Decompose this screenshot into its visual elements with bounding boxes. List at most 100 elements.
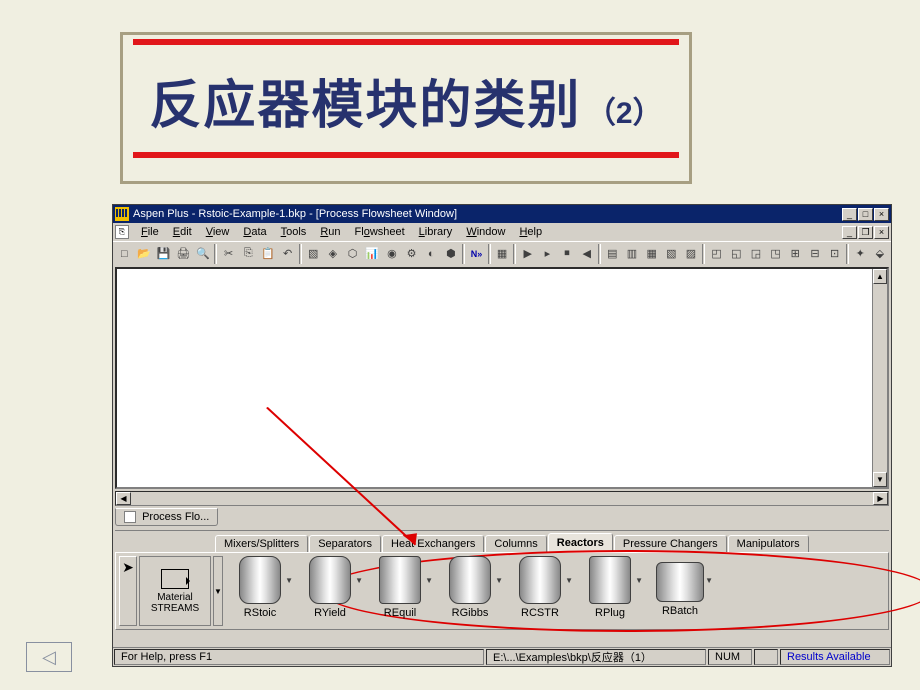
reactor-rplug[interactable]: RPlug ▼ <box>575 556 645 626</box>
tb-nav-icon[interactable]: 📊 <box>363 244 382 264</box>
document-icon[interactable]: ⎘ <box>115 225 129 239</box>
tb-nav-icon[interactable]: ⬡ <box>343 244 362 264</box>
reactor-rgibbs[interactable]: RGibbs ▼ <box>435 556 505 626</box>
ptab-mixers[interactable]: Mixers/Splitters <box>215 535 308 552</box>
palette-items: ➤ Material STREAMS ▼ RStoic ▼ <box>115 552 889 630</box>
tb-open-icon[interactable]: 📂 <box>135 244 154 264</box>
tb-win-icon[interactable]: ⊞ <box>786 244 805 264</box>
reactor-ryield[interactable]: RYield ▼ <box>295 556 365 626</box>
tab-icon <box>124 511 136 523</box>
chevron-down-icon[interactable]: ▼ <box>495 576 503 585</box>
scroll-left-icon[interactable]: ◀ <box>116 492 131 505</box>
menu-data[interactable]: Data <box>237 225 272 239</box>
tb-step-icon[interactable]: ▦ <box>493 244 512 264</box>
maximize-button[interactable]: □ <box>858 208 873 221</box>
tb-sim-icon[interactable]: ▧ <box>662 244 681 264</box>
tb-sim-icon[interactable]: ▤ <box>603 244 622 264</box>
scrollbar-vertical[interactable]: ▲ ▼ <box>872 269 887 487</box>
chevron-down-icon[interactable]: ▼ <box>425 576 433 585</box>
tb-undo-icon[interactable]: ↶ <box>278 244 297 264</box>
ryield-icon <box>309 556 351 604</box>
tb-sim-icon[interactable]: ▥ <box>623 244 642 264</box>
reactor-label: RBatch <box>662 605 698 617</box>
chevron-down-icon[interactable]: ▼ <box>285 576 293 585</box>
tb-play-icon[interactable]: ▶ <box>518 244 537 264</box>
titlebar[interactable]: Aspen Plus - Rstoic-Example-1.bkp - [Pro… <box>113 205 891 223</box>
menu-file[interactable]: File <box>135 225 165 239</box>
tb-nav-icon[interactable]: ⚙ <box>402 244 421 264</box>
menu-library[interactable]: Library <box>413 225 459 239</box>
tb-stop-icon[interactable]: ⏹ <box>558 244 577 264</box>
tb-next-icon[interactable]: N» <box>467 244 486 264</box>
tb-new-icon[interactable]: □ <box>115 244 134 264</box>
ptab-separators[interactable]: Separators <box>309 535 381 552</box>
tb-sim-icon[interactable]: ▦ <box>642 244 661 264</box>
tb-nav-icon[interactable]: ⬢ <box>442 244 461 264</box>
tb-win-icon[interactable]: ⊡ <box>825 244 844 264</box>
chevron-down-icon[interactable]: ▼ <box>355 576 363 585</box>
scroll-up-icon[interactable]: ▲ <box>873 269 887 284</box>
slide-title-suffix: （2） <box>586 97 663 130</box>
slide-title-box: 反应器模块的类别 （2） <box>120 32 692 184</box>
menu-window[interactable]: Window <box>460 225 511 239</box>
tb-nav-icon[interactable]: ◉ <box>383 244 402 264</box>
menu-tools[interactable]: Tools <box>275 225 313 239</box>
reactor-rcstr[interactable]: RCSTR ▼ <box>505 556 575 626</box>
reactor-rstoic[interactable]: RStoic ▼ <box>225 556 295 626</box>
tb-sim-icon[interactable]: ▨ <box>682 244 701 264</box>
pointer-tool-icon[interactable]: ➤ <box>119 556 137 626</box>
tb-nav-icon[interactable]: ◐ <box>422 244 441 264</box>
streams-dropdown-icon[interactable]: ▼ <box>213 556 223 626</box>
streams-tool[interactable]: Material STREAMS <box>139 556 211 626</box>
tb-win-icon[interactable]: ◱ <box>727 244 746 264</box>
child-minimize-button[interactable]: _ <box>842 226 857 239</box>
ptab-reactors[interactable]: Reactors <box>548 533 613 552</box>
tb-preview-icon[interactable]: 🔍 <box>194 244 213 264</box>
menu-edit[interactable]: Edit <box>167 225 198 239</box>
tb-cut-icon[interactable]: ✂ <box>219 244 238 264</box>
tb-win-icon[interactable]: ◳ <box>766 244 785 264</box>
minimize-button[interactable]: _ <box>842 208 857 221</box>
tb-win-icon[interactable]: ⊟ <box>806 244 825 264</box>
tb-win-icon[interactable]: ◰ <box>707 244 726 264</box>
reactor-rbatch[interactable]: RBatch ▼ <box>645 556 715 626</box>
requil-icon <box>379 556 421 604</box>
close-button[interactable]: × <box>874 208 889 221</box>
tb-rew-icon[interactable]: ◀ <box>577 244 596 264</box>
status-num: NUM <box>708 649 752 665</box>
ptab-pressure[interactable]: Pressure Changers <box>614 535 727 552</box>
reactor-requil[interactable]: REquil ▼ <box>365 556 435 626</box>
tab-process-flowsheet[interactable]: Process Flo... <box>115 508 218 526</box>
tb-save-icon[interactable]: 💾 <box>154 244 173 264</box>
scroll-down-icon[interactable]: ▼ <box>873 472 887 487</box>
window-title: Aspen Plus - Rstoic-Example-1.bkp - [Pro… <box>133 208 842 220</box>
menu-help[interactable]: Help <box>513 225 548 239</box>
chevron-down-icon[interactable]: ▼ <box>635 576 643 585</box>
tb-print-icon[interactable]: 🖨 <box>174 244 193 264</box>
tb-sep <box>598 244 601 264</box>
tb-win-icon[interactable]: ◲ <box>747 244 766 264</box>
tb-ext-icon[interactable]: ⬙ <box>871 244 890 264</box>
chevron-down-icon[interactable]: ▼ <box>565 576 573 585</box>
menu-flowsheet[interactable]: Flowsheet <box>349 225 411 239</box>
menu-run[interactable]: Run <box>314 225 346 239</box>
scrollbar-horizontal[interactable]: ◀ ▶ <box>115 491 889 506</box>
tb-ext-icon[interactable]: ✦ <box>851 244 870 264</box>
tb-paste-icon[interactable]: 📋 <box>259 244 278 264</box>
chevron-down-icon[interactable]: ▼ <box>705 576 713 585</box>
scroll-right-icon[interactable]: ▶ <box>873 492 888 505</box>
tb-nav-icon[interactable]: ▧ <box>304 244 323 264</box>
tb-copy-icon[interactable]: ⎘ <box>239 244 258 264</box>
streams-label: Material <box>157 592 193 603</box>
menu-view[interactable]: View <box>200 225 236 239</box>
rbatch-icon <box>656 562 704 602</box>
ptab-heatex[interactable]: Heat Exchangers <box>382 535 484 552</box>
ptab-columns[interactable]: Columns <box>485 535 546 552</box>
tb-pause-icon[interactable]: ▸ <box>538 244 557 264</box>
child-restore-button[interactable]: ❐ <box>858 226 873 239</box>
flowsheet-canvas[interactable]: ▲ ▼ <box>115 267 889 489</box>
tb-nav-icon[interactable]: ◈ <box>324 244 343 264</box>
child-close-button[interactable]: × <box>874 226 889 239</box>
ptab-manipulators[interactable]: Manipulators <box>728 535 809 552</box>
slide-back-button[interactable]: ◁ <box>26 642 72 672</box>
